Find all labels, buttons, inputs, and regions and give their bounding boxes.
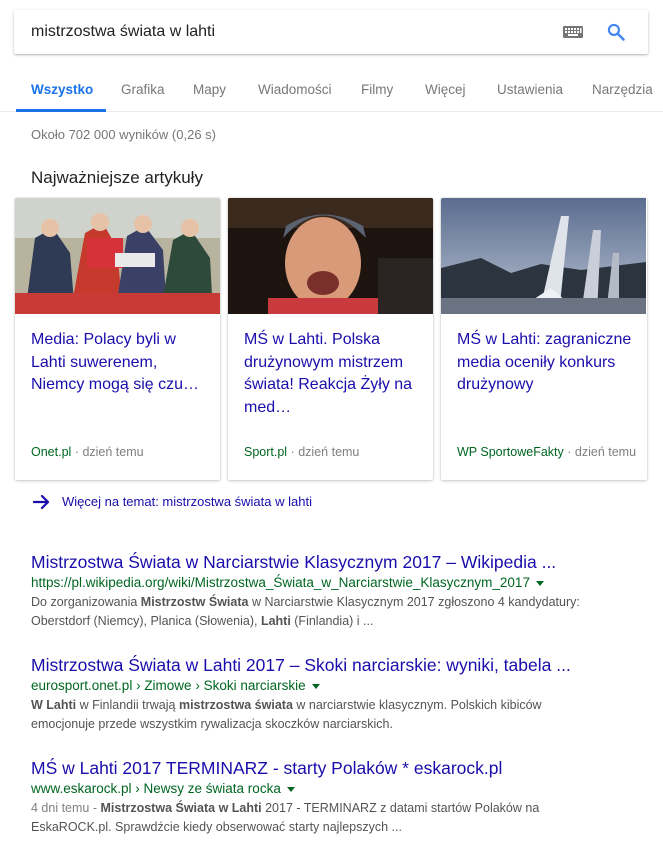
snippet-highlight: W Lahti [31, 698, 77, 712]
snippet-text: w Narciarstwie Klasycznym 2017 zgłoszono… [248, 595, 580, 609]
result-url-text: eurosport.onet.pl › Zimowe › Skoki narci… [31, 678, 306, 693]
tab-news[interactable]: Wiadomości [258, 82, 332, 97]
search-result: MŚ w Lahti 2017 TERMINARZ - starty Polak… [31, 757, 651, 837]
search-icon[interactable] [606, 22, 626, 42]
story-thumbnail [228, 198, 433, 314]
story-card[interactable]: MŚ w Lahti: zagraniczne media oceniły ko… [441, 198, 647, 480]
search-result: Mistrzostwa Świata w Lahti 2017 – Skoki … [31, 654, 651, 734]
tab-settings[interactable]: Ustawienia [497, 82, 563, 97]
story-meta: Onet.pl · dzień temu [31, 445, 144, 459]
snippet-highlight: Lahti [260, 614, 291, 628]
snippet-text: Oberstdorf (Niemcy), Planica (Słowenia), [31, 614, 261, 628]
url-dropdown-icon[interactable] [311, 683, 320, 689]
snippet-text: (Finlandia) i ... [290, 614, 374, 628]
result-url-text: https://pl.wikipedia.org/wiki/Mistrzostw… [31, 575, 530, 590]
story-meta: Sport.pl · dzień temu [244, 445, 359, 459]
active-tab-indicator [16, 109, 106, 112]
snippet-text: emocjonuje przede wszystkim rywalizacja … [31, 717, 393, 731]
snippet-text: w narciarstwie klasycznym. Polskich kibi… [292, 698, 542, 712]
tab-all[interactable]: Wszystko [31, 82, 93, 97]
snippet-text: EskaROCK.pl. Sprawdźcie kiedy obserwować… [31, 820, 402, 834]
tab-maps[interactable]: Mapy [193, 82, 226, 97]
story-card[interactable]: Media: Polacy byli w Lahti suwerenem, Ni… [15, 198, 220, 480]
story-thumbnail [15, 198, 220, 314]
tab-videos[interactable]: Filmy [361, 82, 393, 97]
result-title-link[interactable]: Mistrzostwa Świata w Narciarstwie Klasyc… [31, 551, 651, 573]
result-snippet: Do zorganizowania Mistrzostw Świata w Na… [31, 593, 631, 631]
result-url[interactable]: eurosport.onet.pl › Zimowe › Skoki narci… [31, 676, 651, 696]
search-tabs: Wszystko Grafika Mapy Wiadomości Filmy W… [0, 62, 663, 112]
url-dropdown-icon[interactable] [286, 786, 295, 792]
result-snippet: 4 dni temu - Mistrzostwa Świata w Lahti … [31, 799, 631, 837]
snippet-highlight: Mistrzostw Świata [140, 595, 249, 609]
snippet-highlight: Mistrzostwa Świata w Lahti [100, 801, 262, 815]
tab-tools[interactable]: Narzędzia [592, 82, 653, 97]
story-title[interactable]: MŚ w Lahti. Polska drużynowym mistrzem ś… [244, 329, 422, 419]
result-url-text: www.eskarock.pl › Newsy ze świata rocka [31, 781, 281, 796]
snippet-text: Do zorganizowania [31, 595, 141, 609]
result-title-link[interactable]: MŚ w Lahti 2017 TERMINARZ - starty Polak… [31, 757, 651, 779]
story-source: Sport.pl [244, 445, 288, 459]
story-thumbnail [441, 198, 646, 314]
story-source: Onet.pl [31, 445, 72, 459]
story-source: WP SportoweFakty [457, 445, 564, 459]
story-meta: WP SportoweFakty · dzień temu [457, 445, 636, 459]
result-url[interactable]: www.eskarock.pl › Newsy ze świata rocka [31, 779, 651, 799]
search-bar[interactable]: mistrzostwa świata w lahti [14, 10, 648, 54]
meta-separator: · [74, 445, 79, 459]
story-title[interactable]: Media: Polacy byli w Lahti suwerenem, Ni… [31, 329, 209, 397]
search-input[interactable]: mistrzostwa świata w lahti [31, 23, 215, 41]
meta-separator: · [567, 445, 572, 459]
url-dropdown-icon[interactable] [535, 580, 544, 586]
story-time: dzień temu [82, 445, 144, 459]
result-date: 4 dni temu - [31, 801, 101, 815]
story-time: dzień temu [298, 445, 360, 459]
result-snippet: W Lahti w Finlandii trwają mistrzostwa ś… [31, 696, 631, 734]
keyboard-icon[interactable] [563, 26, 583, 38]
snippet-text: 2017 - TERMINARZ z datami startów Polakó… [261, 801, 540, 815]
more-on-topic-label: Więcej na temat: mistrzostwa świata w la… [62, 494, 312, 509]
result-stats: Około 702 000 wyników (0,26 s) [31, 127, 216, 142]
search-result: Mistrzostwa Świata w Narciarstwie Klasyc… [31, 551, 651, 631]
top-stories-title: Najważniejsze artykuły [31, 168, 203, 187]
snippet-highlight: mistrzostwa świata [178, 698, 293, 712]
snippet-text: w Finlandii trwają [76, 698, 179, 712]
result-url[interactable]: https://pl.wikipedia.org/wiki/Mistrzostw… [31, 573, 651, 593]
story-time: dzień temu [574, 445, 637, 459]
result-title-link[interactable]: Mistrzostwa Świata w Lahti 2017 – Skoki … [31, 654, 651, 676]
meta-separator: · [290, 445, 295, 459]
tab-more[interactable]: Więcej [425, 82, 466, 97]
story-card[interactable]: MŚ w Lahti. Polska drużynowym mistrzem ś… [228, 198, 433, 480]
arrow-right-icon [33, 494, 50, 510]
tab-images[interactable]: Grafika [121, 82, 165, 97]
story-title[interactable]: MŚ w Lahti: zagraniczne media oceniły ko… [457, 329, 635, 397]
